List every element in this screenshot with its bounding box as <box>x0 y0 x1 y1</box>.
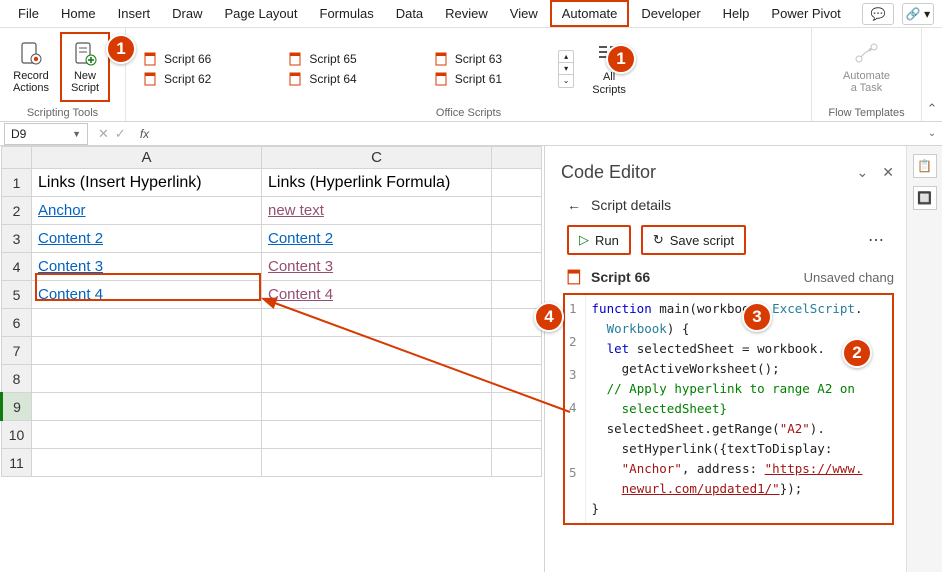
cell-c3[interactable]: Content 2 <box>262 225 492 253</box>
ribbon: RecordActions NewScript Scripting Tools … <box>0 28 942 122</box>
scroll-down-icon[interactable]: ▾ <box>559 63 573 75</box>
panel-close-icon[interactable]: ✕ <box>882 164 894 181</box>
annotation-badge-4: 4 <box>534 302 564 332</box>
menu-formulas[interactable]: Formulas <box>310 2 384 25</box>
row-header-7[interactable]: 7 <box>2 337 32 365</box>
row-header-11[interactable]: 11 <box>2 449 32 477</box>
ribbon-collapse-button[interactable]: ⌃ <box>922 28 942 121</box>
cell-c2[interactable]: new text <box>262 197 492 225</box>
select-all-corner[interactable] <box>2 147 32 169</box>
cell-c1[interactable]: Links (Hyperlink Formula) <box>262 169 492 197</box>
menu-developer[interactable]: Developer <box>631 2 710 25</box>
save-script-button[interactable]: ↻ Save script <box>641 225 746 255</box>
group-office-scripts-label: Office Scripts <box>132 105 805 119</box>
cell-c5[interactable]: Content 4 <box>262 281 492 309</box>
record-icon <box>17 40 45 68</box>
more-options-button[interactable]: ⋯ <box>868 230 894 250</box>
script-item-62[interactable]: Script 62 <box>140 70 215 88</box>
script-item-65[interactable]: Script 65 <box>285 50 360 68</box>
menu-file[interactable]: File <box>8 2 49 25</box>
group-scripting-tools-label: Scripting Tools <box>6 105 119 119</box>
script-gallery-scroller[interactable]: ▴ ▾ ⌄ <box>558 50 574 88</box>
menu-automate[interactable]: Automate <box>550 0 630 27</box>
cell-a5[interactable]: Content 4 <box>32 281 262 309</box>
col-header-a[interactable]: A <box>32 147 262 169</box>
spreadsheet-area[interactable]: A C 1 Links (Insert Hyperlink) Links (Hy… <box>0 146 544 572</box>
back-arrow-icon[interactable]: ← <box>567 197 581 213</box>
row-header-9[interactable]: 9 <box>2 393 32 421</box>
row-header-8[interactable]: 8 <box>2 365 32 393</box>
script-item-66[interactable]: Script 66 <box>140 50 215 68</box>
col-header-c[interactable]: C <box>262 147 492 169</box>
menu-data[interactable]: Data <box>386 2 433 25</box>
new-script-icon <box>71 40 99 68</box>
comments-button[interactable]: 💬 <box>862 3 894 25</box>
cancel-formula-icon[interactable]: ✕ <box>98 126 109 142</box>
row-header-10[interactable]: 10 <box>2 421 32 449</box>
line-number-gutter: 1 2 3 4 5 <box>565 295 586 523</box>
menu-review[interactable]: Review <box>435 2 498 25</box>
cell-c4[interactable]: Content 3 <box>262 253 492 281</box>
cell-d4[interactable] <box>492 253 542 281</box>
menu-view[interactable]: View <box>500 2 548 25</box>
record-actions-button[interactable]: RecordActions <box>6 32 56 102</box>
annotation-badge-1a: 1 <box>106 34 136 64</box>
cell-d2[interactable] <box>492 197 542 225</box>
formula-bar-expand[interactable]: ⌄ <box>922 128 942 139</box>
row-header-6[interactable]: 6 <box>2 309 32 337</box>
code-editor[interactable]: 1 2 3 4 5 function main(workbook: ExcelS… <box>563 293 894 525</box>
fx-label[interactable]: fx <box>140 127 149 141</box>
panel-collapse-icon[interactable]: ⌄ <box>857 164 869 181</box>
play-icon: ▷ <box>579 232 589 248</box>
cell-a2[interactable]: Anchor <box>32 197 262 225</box>
scroll-up-icon[interactable]: ▴ <box>559 51 573 63</box>
scroll-expand-icon[interactable]: ⌄ <box>559 75 573 87</box>
cell-d3[interactable] <box>492 225 542 253</box>
right-sidebar-strip: 📋 🔲 <box>906 146 942 572</box>
menu-draw[interactable]: Draw <box>162 2 212 25</box>
save-icon: ↻ <box>653 232 664 248</box>
sidebar-icon-1[interactable]: 📋 <box>913 154 937 178</box>
col-header-next[interactable] <box>492 147 542 169</box>
script-item-63[interactable]: Script 63 <box>431 50 506 68</box>
cell-a4[interactable]: Content 3 <box>32 253 262 281</box>
formula-bar: D9 ▼ ✕ ✓ fx ⌄ <box>0 122 942 146</box>
row-header-2[interactable]: 2 <box>2 197 32 225</box>
annotation-badge-3: 3 <box>742 302 772 332</box>
namebox-dropdown-icon[interactable]: ▼ <box>72 129 81 139</box>
row-header-3[interactable]: 3 <box>2 225 32 253</box>
panel-title: Code Editor <box>561 162 656 183</box>
share-button[interactable]: 🔗 ▾ <box>902 3 934 25</box>
script-item-61[interactable]: Script 61 <box>431 70 506 88</box>
script-file-icon <box>567 269 583 285</box>
automate-task-button[interactable]: Automatea Task <box>842 32 892 102</box>
menubar: File Home Insert Draw Page Layout Formul… <box>0 0 942 28</box>
run-script-button[interactable]: ▷ Run <box>567 225 631 255</box>
flow-icon <box>853 40 881 68</box>
group-flow-templates-label: Flow Templates <box>818 105 915 119</box>
row-header-5[interactable]: 5 <box>2 281 32 309</box>
breadcrumb-label: Script details <box>591 197 671 213</box>
cell-a1[interactable]: Links (Insert Hyperlink) <box>32 169 262 197</box>
script-item-64[interactable]: Script 64 <box>285 70 360 88</box>
sidebar-icon-2[interactable]: 🔲 <box>913 186 937 210</box>
new-script-button[interactable]: NewScript <box>60 32 110 102</box>
cell-a3[interactable]: Content 2 <box>32 225 262 253</box>
menu-page-layout[interactable]: Page Layout <box>215 2 308 25</box>
menu-power-pivot[interactable]: Power Pivot <box>761 2 850 25</box>
row-header-4[interactable]: 4 <box>2 253 32 281</box>
script-name-label: Script 66 <box>591 269 650 285</box>
cell-d1[interactable] <box>492 169 542 197</box>
cell-d5[interactable] <box>492 281 542 309</box>
unsaved-status: Unsaved chang <box>804 270 894 285</box>
annotation-badge-1b: 1 <box>606 44 636 74</box>
row-header-1[interactable]: 1 <box>2 169 32 197</box>
menu-help[interactable]: Help <box>713 2 760 25</box>
menu-home[interactable]: Home <box>51 2 106 25</box>
accept-formula-icon[interactable]: ✓ <box>115 126 126 142</box>
menu-insert[interactable]: Insert <box>108 2 161 25</box>
annotation-badge-2: 2 <box>842 338 872 368</box>
name-box[interactable]: D9 ▼ <box>4 123 88 145</box>
